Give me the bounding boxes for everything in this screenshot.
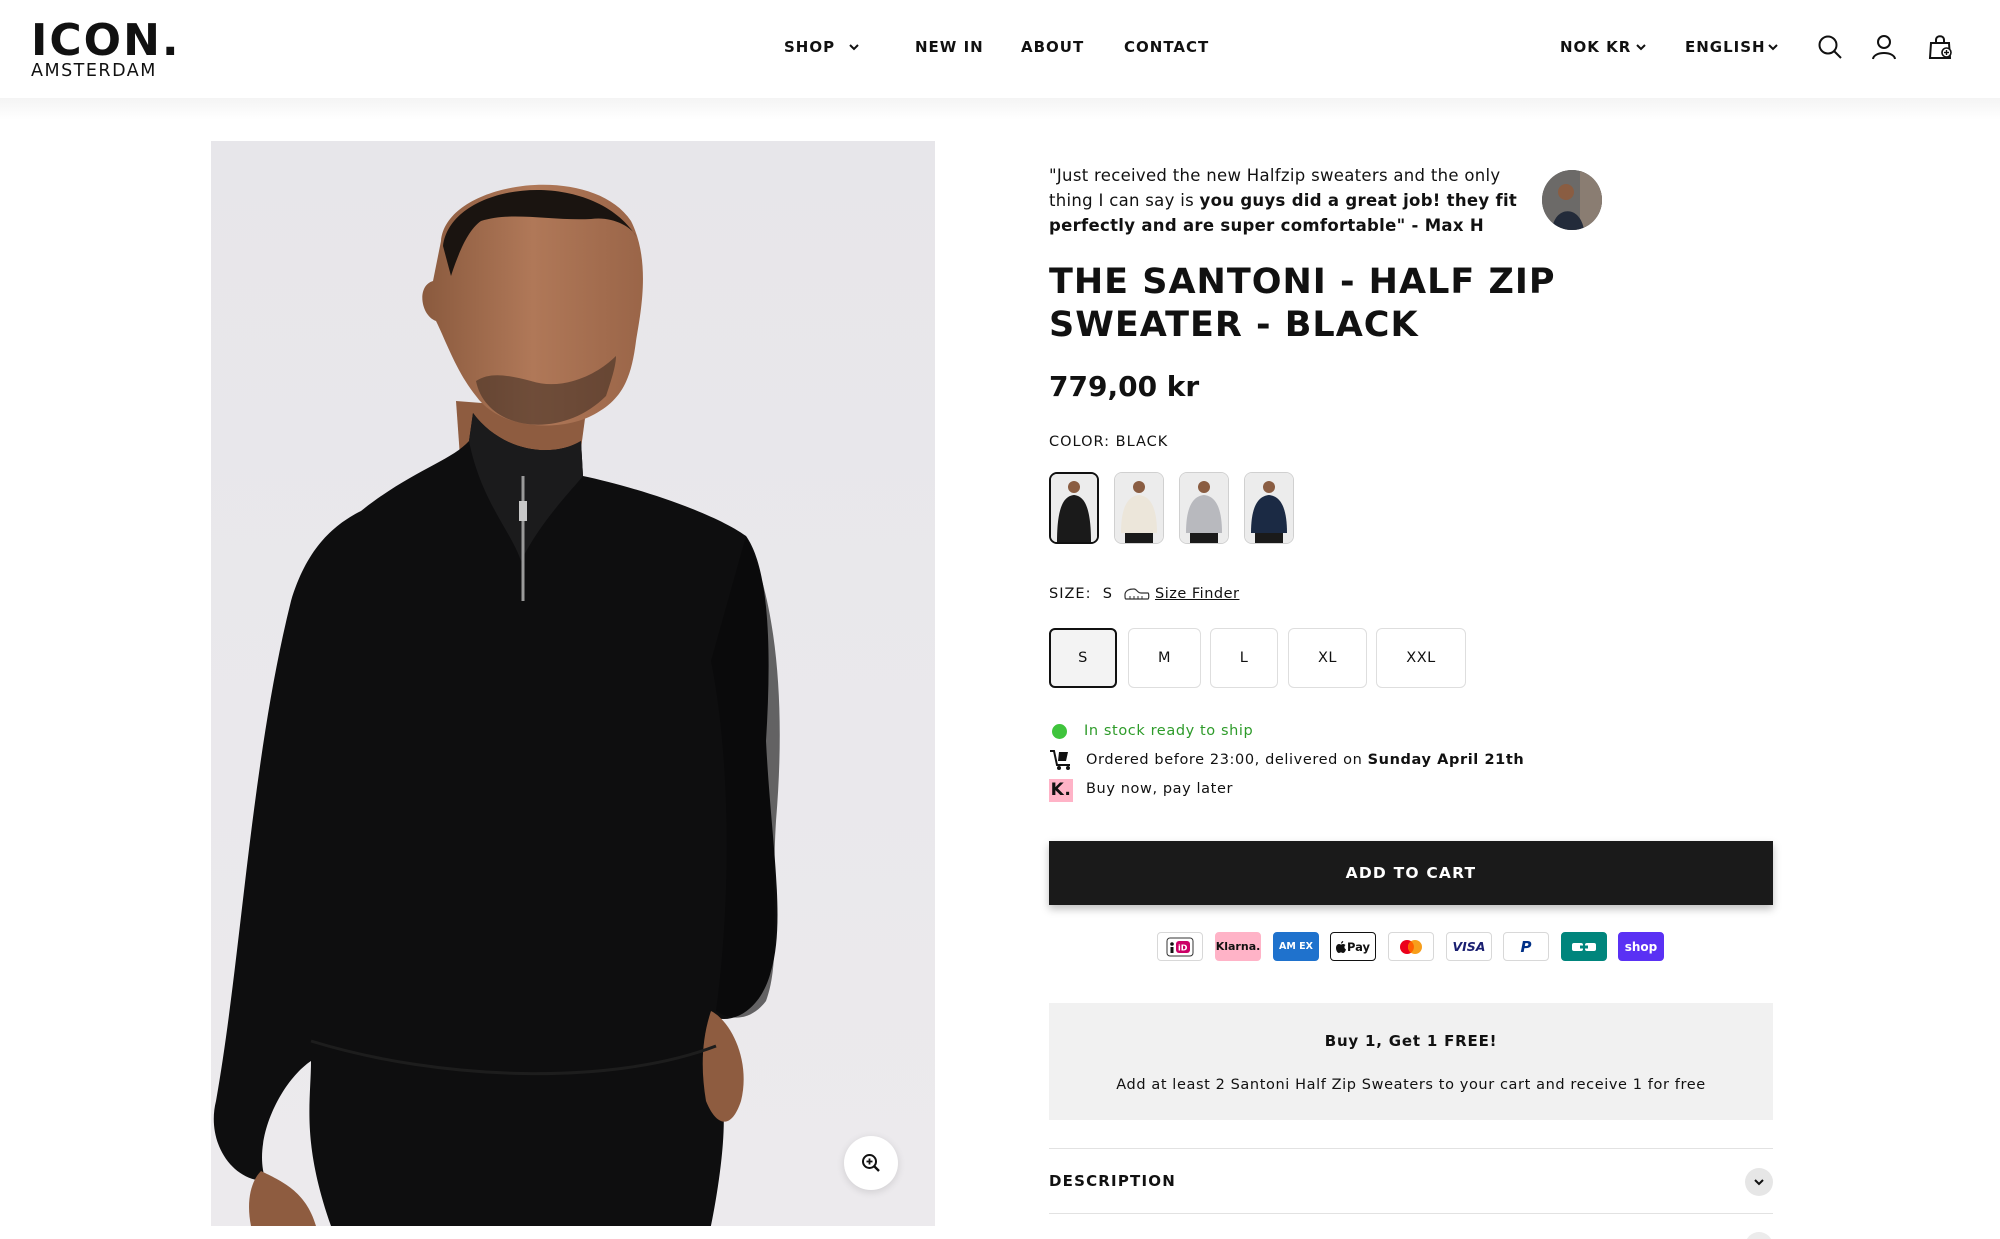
product-image[interactable] xyxy=(211,141,935,1226)
visa-icon: VISA xyxy=(1446,932,1492,961)
reviewer-avatar xyxy=(1542,170,1602,230)
zoom-in-icon xyxy=(862,1154,880,1172)
color-swatch-navy[interactable] xyxy=(1244,472,1294,544)
promo-title: Buy 1, Get 1 FREE! xyxy=(1324,1032,1498,1050)
size-option-s[interactable]: S xyxy=(1049,628,1117,688)
delivery-cart-icon xyxy=(1050,750,1070,770)
klarna-icon: K. xyxy=(1049,779,1073,802)
chevron-down-icon xyxy=(1754,1179,1764,1186)
divider xyxy=(1049,1148,1773,1149)
in-stock-dot-icon xyxy=(1052,724,1067,739)
next-accordion-toggle[interactable] xyxy=(1745,1232,1773,1239)
color-label: COLOR: BLACK xyxy=(1049,433,1168,451)
chevron-down-icon[interactable] xyxy=(1768,43,1778,52)
size-value: S xyxy=(1102,586,1113,602)
size-option-m[interactable]: M xyxy=(1128,628,1201,688)
size-option-xxl[interactable]: XXL xyxy=(1376,628,1466,688)
nav-shop[interactable]: SHOP xyxy=(784,36,835,58)
site-header: ICON. AMSTERDAM SHOP NEW IN ABOUT CONTAC… xyxy=(0,0,2000,98)
color-value: BLACK xyxy=(1115,434,1169,450)
size-label-text: SIZE: xyxy=(1049,586,1092,602)
apple-pay-text: Pay xyxy=(1346,939,1371,954)
apple-pay-icon: Pay xyxy=(1330,932,1376,961)
klarna-text: Buy now, pay later xyxy=(1086,781,1234,797)
account-icon[interactable] xyxy=(1871,34,1897,62)
delivery-text-plain: Ordered before 23:00, delivered on xyxy=(1086,752,1368,768)
currency-selector[interactable]: NOK KR xyxy=(1560,36,1631,58)
product-photo xyxy=(211,141,935,1226)
size-option-xl[interactable]: XL xyxy=(1288,628,1367,688)
header-shadow xyxy=(0,98,2000,120)
chevron-down-icon[interactable] xyxy=(849,43,859,52)
description-accordion[interactable]: DESCRIPTION xyxy=(1049,1172,1176,1190)
logo[interactable]: ICON. AMSTERDAM xyxy=(31,15,181,81)
amex-icon: AM EX xyxy=(1273,932,1319,961)
description-toggle[interactable] xyxy=(1745,1168,1773,1196)
ideal-icon: iD xyxy=(1157,932,1203,961)
customer-review: "Just received the new Halfzip sweaters … xyxy=(1049,163,1519,238)
size-label: SIZE: S xyxy=(1049,585,1113,603)
paypal-icon: P xyxy=(1503,932,1549,961)
svg-text:iD: iD xyxy=(1178,943,1188,952)
delivery-date: Sunday April 21th xyxy=(1367,752,1525,768)
bancontact-icon xyxy=(1561,932,1607,961)
zoom-button[interactable] xyxy=(844,1136,898,1190)
cart-icon[interactable] xyxy=(1928,34,1954,62)
color-swatch-black[interactable] xyxy=(1049,472,1099,544)
chevron-down-icon[interactable] xyxy=(1636,43,1646,52)
color-label-text: COLOR: xyxy=(1049,434,1111,450)
stock-text: In stock ready to ship xyxy=(1084,723,1254,739)
size-option-l[interactable]: L xyxy=(1210,628,1278,688)
mastercard-icon xyxy=(1388,932,1434,961)
language-selector[interactable]: ENGLISH xyxy=(1685,36,1766,58)
shop-pay-icon: shop xyxy=(1618,932,1664,961)
search-icon[interactable] xyxy=(1817,34,1843,62)
nav-contact[interactable]: CONTACT xyxy=(1124,36,1209,58)
nav-new-in[interactable]: NEW IN xyxy=(915,36,984,58)
ruler-icon xyxy=(1124,588,1150,600)
divider xyxy=(1049,1213,1773,1214)
color-swatch-grey[interactable] xyxy=(1179,472,1229,544)
klarna-pay-icon: Klarna. xyxy=(1215,932,1261,961)
product-price: 779,00 kr xyxy=(1049,370,1200,403)
promo-text: Add at least 2 Santoni Half Zip Sweaters… xyxy=(1116,1077,1706,1093)
delivery-text: Ordered before 23:00, delivered on Sunda… xyxy=(1086,750,1524,770)
promo-box: Buy 1, Get 1 FREE! Add at least 2 Santon… xyxy=(1049,1003,1773,1120)
size-finder-text: Size Finder xyxy=(1155,586,1240,602)
add-to-cart-button[interactable]: ADD TO CART xyxy=(1049,841,1773,905)
nav-about[interactable]: ABOUT xyxy=(1021,36,1084,58)
color-swatch-cream[interactable] xyxy=(1114,472,1164,544)
product-title: THE SANTONI - HALF ZIP SWEATER - BLACK xyxy=(1049,262,1556,345)
logo-main-text: ICON. xyxy=(31,15,181,66)
